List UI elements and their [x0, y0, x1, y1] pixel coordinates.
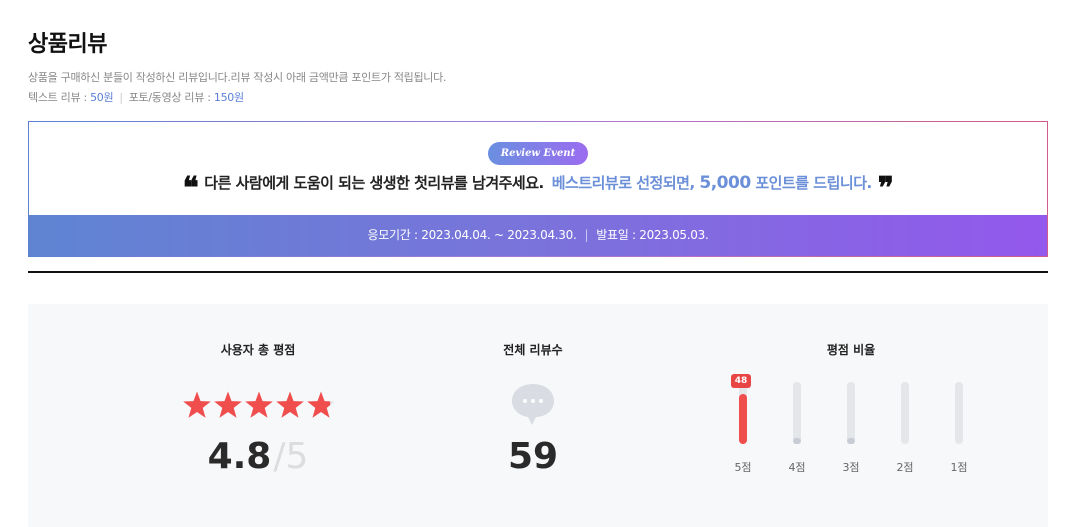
star-filled-icon [245, 391, 273, 418]
page-title: 상품리뷰 [28, 32, 107, 57]
text-review-label: 텍스트 리뷰 : [28, 91, 91, 104]
rating-bar-2: 2점 [887, 380, 923, 490]
rating-bar-count: 48 [731, 374, 751, 388]
event-highlight-post: 포인트를 드립니다. [750, 174, 872, 192]
rating-bar-1: 1점 [941, 380, 977, 490]
rating-bar-label: 2점 [896, 461, 914, 474]
rating-max: /5 [273, 436, 309, 477]
rating-bar-5: 48 5점 [725, 374, 761, 490]
ratio-title: 평점 비율 [826, 343, 876, 357]
rating-bar-track [793, 382, 801, 444]
photo-review-label: 포토/동영상 리뷰 : [128, 91, 214, 104]
star-filled-icon [214, 391, 242, 418]
photo-review-value: 150원 [213, 91, 244, 104]
rating-bar-track [901, 382, 909, 444]
rating-bar-label: 1점 [950, 461, 968, 474]
rating-bar-label: 5점 [734, 461, 752, 474]
review-event-banner: Review Event ❝ 다른 사람에게 도움이 되는 생생한 첫리뷰를 남겨… [28, 121, 1048, 257]
event-highlight: 베스트리뷰로 선정되면, 5,000 포인트를 드립니다. [551, 173, 872, 193]
rating-bar-fill [847, 437, 855, 444]
event-headline-text: 다른 사람에게 도움이 되는 생생한 첫리뷰를 남겨주세요. [204, 174, 544, 192]
review-count-title: 전체 리뷰수 [503, 343, 563, 357]
rating-bar-4: 4점 [779, 380, 815, 490]
star-filled-icon [276, 391, 304, 418]
review-description: 상품을 구매하신 분들이 작성하신 리뷰입니다.리뷰 작성시 아래 금액만큼 포… [28, 71, 447, 84]
open-quote-icon: ❝ [182, 171, 199, 206]
review-stats-panel: 사용자 총 평점 4.8/5 전체 리뷰수 59 평점 비율 48 5점 4점 3점 2… [28, 304, 1048, 527]
rating-score-value: 4.8 [207, 436, 272, 477]
rating-bar-label: 4점 [788, 461, 806, 474]
event-separator: | [584, 228, 589, 242]
review-count: 59 [507, 436, 559, 477]
rating-bar-label: 3점 [842, 461, 860, 474]
rating-bar-fill [739, 393, 747, 444]
event-period: 응모기간 : 2023.04.04. ~ 2023.04.30. [367, 228, 577, 242]
rating-score: 4.8/5 [188, 436, 328, 477]
event-highlight-points: 5,000 [699, 173, 751, 193]
text-review-value: 50원 [90, 91, 114, 104]
review-event-badge: Review Event [488, 142, 588, 165]
star-filled-icon [183, 391, 211, 418]
event-announce-date: 발표일 : 2023.05.03. [596, 228, 709, 242]
rating-title: 사용자 총 평점 [220, 343, 296, 357]
rating-stars [183, 391, 335, 418]
rating-bar-track [739, 382, 747, 444]
event-period-band: 응모기간 : 2023.04.04. ~ 2023.04.30. | 발표일 : 2… [29, 215, 1047, 256]
close-quote-icon: ❞ [877, 171, 894, 206]
rating-bar-3: 3점 [833, 380, 869, 490]
event-highlight-pre: 베스트리뷰로 선정되면, [551, 174, 700, 192]
point-info: 텍스트 리뷰 : 50원 | 포토/동영상 리뷰 : 150원 [28, 89, 244, 105]
section-divider [28, 271, 1048, 273]
rating-bar-fill [793, 437, 801, 444]
chat-bubble-icon [512, 384, 554, 425]
rating-bar-track [955, 382, 963, 444]
point-separator: | [119, 91, 123, 104]
event-headline: ❝ 다른 사람에게 도움이 되는 생생한 첫리뷰를 남겨주세요. 베스트리뷰로 선정… [29, 172, 1047, 204]
rating-bar-track [847, 382, 855, 444]
